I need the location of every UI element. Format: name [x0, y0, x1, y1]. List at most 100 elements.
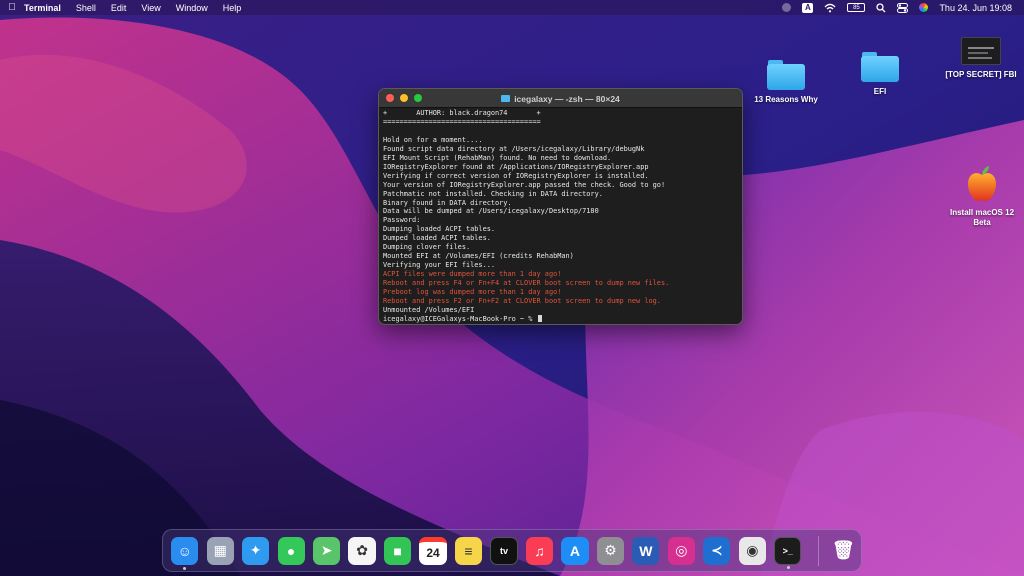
folder-icon — [767, 58, 805, 90]
terminal-line: Preboot log was dumped more than 1 day a… — [383, 288, 562, 297]
system-preferences-icon: ⚙ — [604, 542, 617, 558]
status-area: A 85 Thu 24. Jun 19:08 — [782, 2, 1024, 13]
control-center-icon[interactable] — [897, 2, 909, 13]
vscode-icon: ≺ — [710, 542, 723, 558]
dock-app-tv[interactable]: tv — [490, 536, 518, 565]
terminal-line: Binary found in DATA directory. — [383, 198, 512, 207]
launchpad-icon: ▦ — [213, 542, 227, 558]
apple-menu-icon[interactable]:  — [0, 2, 24, 13]
dock-app-word[interactable]: W — [632, 536, 660, 565]
dock-app-instagram[interactable]: ◎ — [667, 536, 695, 565]
dock: ☺ ▦ ✦ ● ➤ ✿ ■ 24 ≡ tv ♫ A ⚙ W ◎ ≺ ◉ >_ 🗑 — [162, 529, 862, 572]
menu-shell[interactable]: Shell — [76, 3, 96, 13]
text-cursor — [537, 314, 542, 322]
photos-icon: ✿ — [356, 542, 368, 558]
dock-app-maps[interactable]: ➤ — [313, 536, 341, 565]
dock-app-launchpad[interactable]: ▦ — [206, 536, 234, 565]
dock-app-calendar[interactable]: 24 — [419, 536, 447, 565]
terminal-title-bar[interactable]: icegalaxy — -zsh — 80×24 — [379, 89, 742, 108]
battery-icon[interactable]: 85 — [847, 3, 866, 12]
terminal-line: Unmounted /Volumes/EFI — [383, 305, 475, 314]
terminal-line: Verifying if correct version of IORegist… — [383, 171, 649, 180]
siri-icon[interactable] — [919, 3, 929, 12]
folder-icon — [501, 95, 511, 102]
finder-icon: ☺ — [177, 542, 192, 559]
desktop-icon-label: EFI — [873, 87, 887, 96]
running-indicator — [787, 565, 791, 569]
dock-app-screenshot[interactable]: ◉ — [738, 536, 766, 565]
screenshot-thumbnail-icon — [961, 37, 1001, 65]
terminal-line: Dumped loaded ACPI tables. — [383, 234, 491, 243]
dock-app-notes[interactable]: ≡ — [454, 536, 483, 565]
folder-icon — [861, 50, 899, 82]
terminal-line: Data will be dumped at /Users/icegalaxy/… — [383, 207, 599, 216]
terminal-prompt-line[interactable]: icegalaxy@ICEGalaxys-MacBook-Pro ~ % — [383, 314, 738, 324]
dock-app-photos[interactable]: ✿ — [348, 536, 376, 565]
zoom-button[interactable] — [414, 94, 422, 102]
minimize-button[interactable] — [400, 94, 408, 102]
menu-clock[interactable]: Thu 24. Jun 19:08 — [939, 3, 1012, 13]
terminal-line: Your version of IORegistryExplorer.app p… — [383, 180, 666, 189]
terminal-line: + AUTHOR: black.dragon74 + — [383, 109, 541, 117]
terminal-line: ACPI files were dumped more than 1 day a… — [383, 270, 562, 279]
music-icon: ♫ — [534, 542, 545, 559]
dock-app-finder[interactable]: ☺ — [171, 536, 199, 570]
instagram-icon: ◎ — [675, 542, 688, 558]
dock-separator — [817, 535, 819, 566]
terminal-output[interactable]: + AUTHOR: black.dragon74 + ==============… — [379, 108, 742, 324]
desktop-folder-13-reasons-why[interactable]: 13 Reasons Why — [750, 58, 822, 105]
dock-app-facetime[interactable]: ■ — [383, 536, 412, 565]
terminal-line: IORegistryExplorer found at /Application… — [383, 162, 649, 171]
word-icon: W — [639, 542, 653, 559]
dock-app-messages[interactable]: ● — [277, 536, 305, 565]
dock-app-app-store[interactable]: A — [561, 536, 589, 565]
desktop-icon-label: Install macOS 12 Beta — [949, 208, 1015, 227]
dock-app-visual-studio-code[interactable]: ≺ — [703, 536, 731, 565]
terminal-line: Password: — [383, 216, 421, 225]
wifi-icon[interactable] — [824, 2, 836, 13]
dock-app-system-preferences[interactable]: ⚙ — [596, 536, 625, 565]
accessibility-icon[interactable] — [782, 3, 792, 12]
screenshot-icon: ◉ — [746, 542, 759, 558]
terminal-line: Found script data directory at /Users/ic… — [383, 144, 645, 153]
terminal-prompt: icegalaxy@ICEGalaxys-MacBook-Pro ~ % — [383, 314, 537, 323]
terminal-window[interactable]: icegalaxy — -zsh — 80×24 + AUTHOR: black… — [378, 88, 743, 325]
terminal-line: Hold on for a moment.... — [383, 135, 483, 144]
apple-tv-icon: tv — [499, 545, 508, 556]
menu-app-name[interactable]: Terminal — [24, 3, 61, 13]
menu-bar:  Terminal Shell Edit View Window Help A… — [0, 0, 1024, 15]
desktop-icon-label: 13 Reasons Why — [754, 95, 818, 104]
dock-app-terminal[interactable]: >_ — [774, 536, 802, 569]
dock-app-music[interactable]: ♫ — [525, 536, 554, 565]
terminal-line: ====================================== — [383, 117, 541, 126]
terminal-title: icegalaxy — -zsh — 80×24 — [514, 93, 620, 104]
terminal-line: Patchmatic not installed. Checking in DA… — [383, 189, 603, 198]
desktop-file-top-secret-fbi[interactable]: [TOP SECRET] FBI — [942, 37, 1020, 80]
terminal-line: Dumping loaded ACPI tables. — [383, 225, 496, 234]
trash-icon: 🗑 — [831, 540, 855, 560]
safari-icon: ✦ — [249, 542, 262, 558]
search-icon[interactable] — [876, 2, 886, 13]
menu-help[interactable]: Help — [223, 3, 242, 13]
terminal-line: Reboot and press F2 or Fn+F2 at CLOVER b… — [383, 297, 661, 305]
terminal-line: Reboot and press F4 or Fn+F4 at CLOVER b… — [383, 279, 670, 288]
menu-window[interactable]: Window — [176, 3, 208, 13]
menu-view[interactable]: View — [141, 3, 160, 13]
terminal-icon: >_ — [782, 545, 793, 556]
dock-app-safari[interactable]: ✦ — [242, 536, 270, 565]
desktop-folder-efi[interactable]: EFI — [844, 50, 916, 97]
calendar-icon: 24 — [426, 546, 440, 560]
messages-icon: ● — [286, 542, 296, 559]
desktop-icon-label: [TOP SECRET] FBI — [945, 70, 1017, 79]
input-source-icon[interactable]: A — [802, 2, 814, 13]
terminal-line: Verifying your EFI files... — [383, 261, 496, 270]
menu-edit[interactable]: Edit — [111, 3, 127, 13]
terminal-line: EFI Mount Script (RehabMan) found. No ne… — [383, 153, 612, 162]
terminal-line: Dumping clover files. — [383, 243, 471, 252]
desktop-app-install-macos[interactable]: Install macOS 12 Beta — [944, 165, 1020, 228]
facetime-icon: ■ — [393, 542, 402, 559]
maps-icon: ➤ — [320, 542, 333, 558]
dock-trash[interactable]: 🗑 — [830, 537, 857, 565]
close-button[interactable] — [386, 94, 394, 102]
